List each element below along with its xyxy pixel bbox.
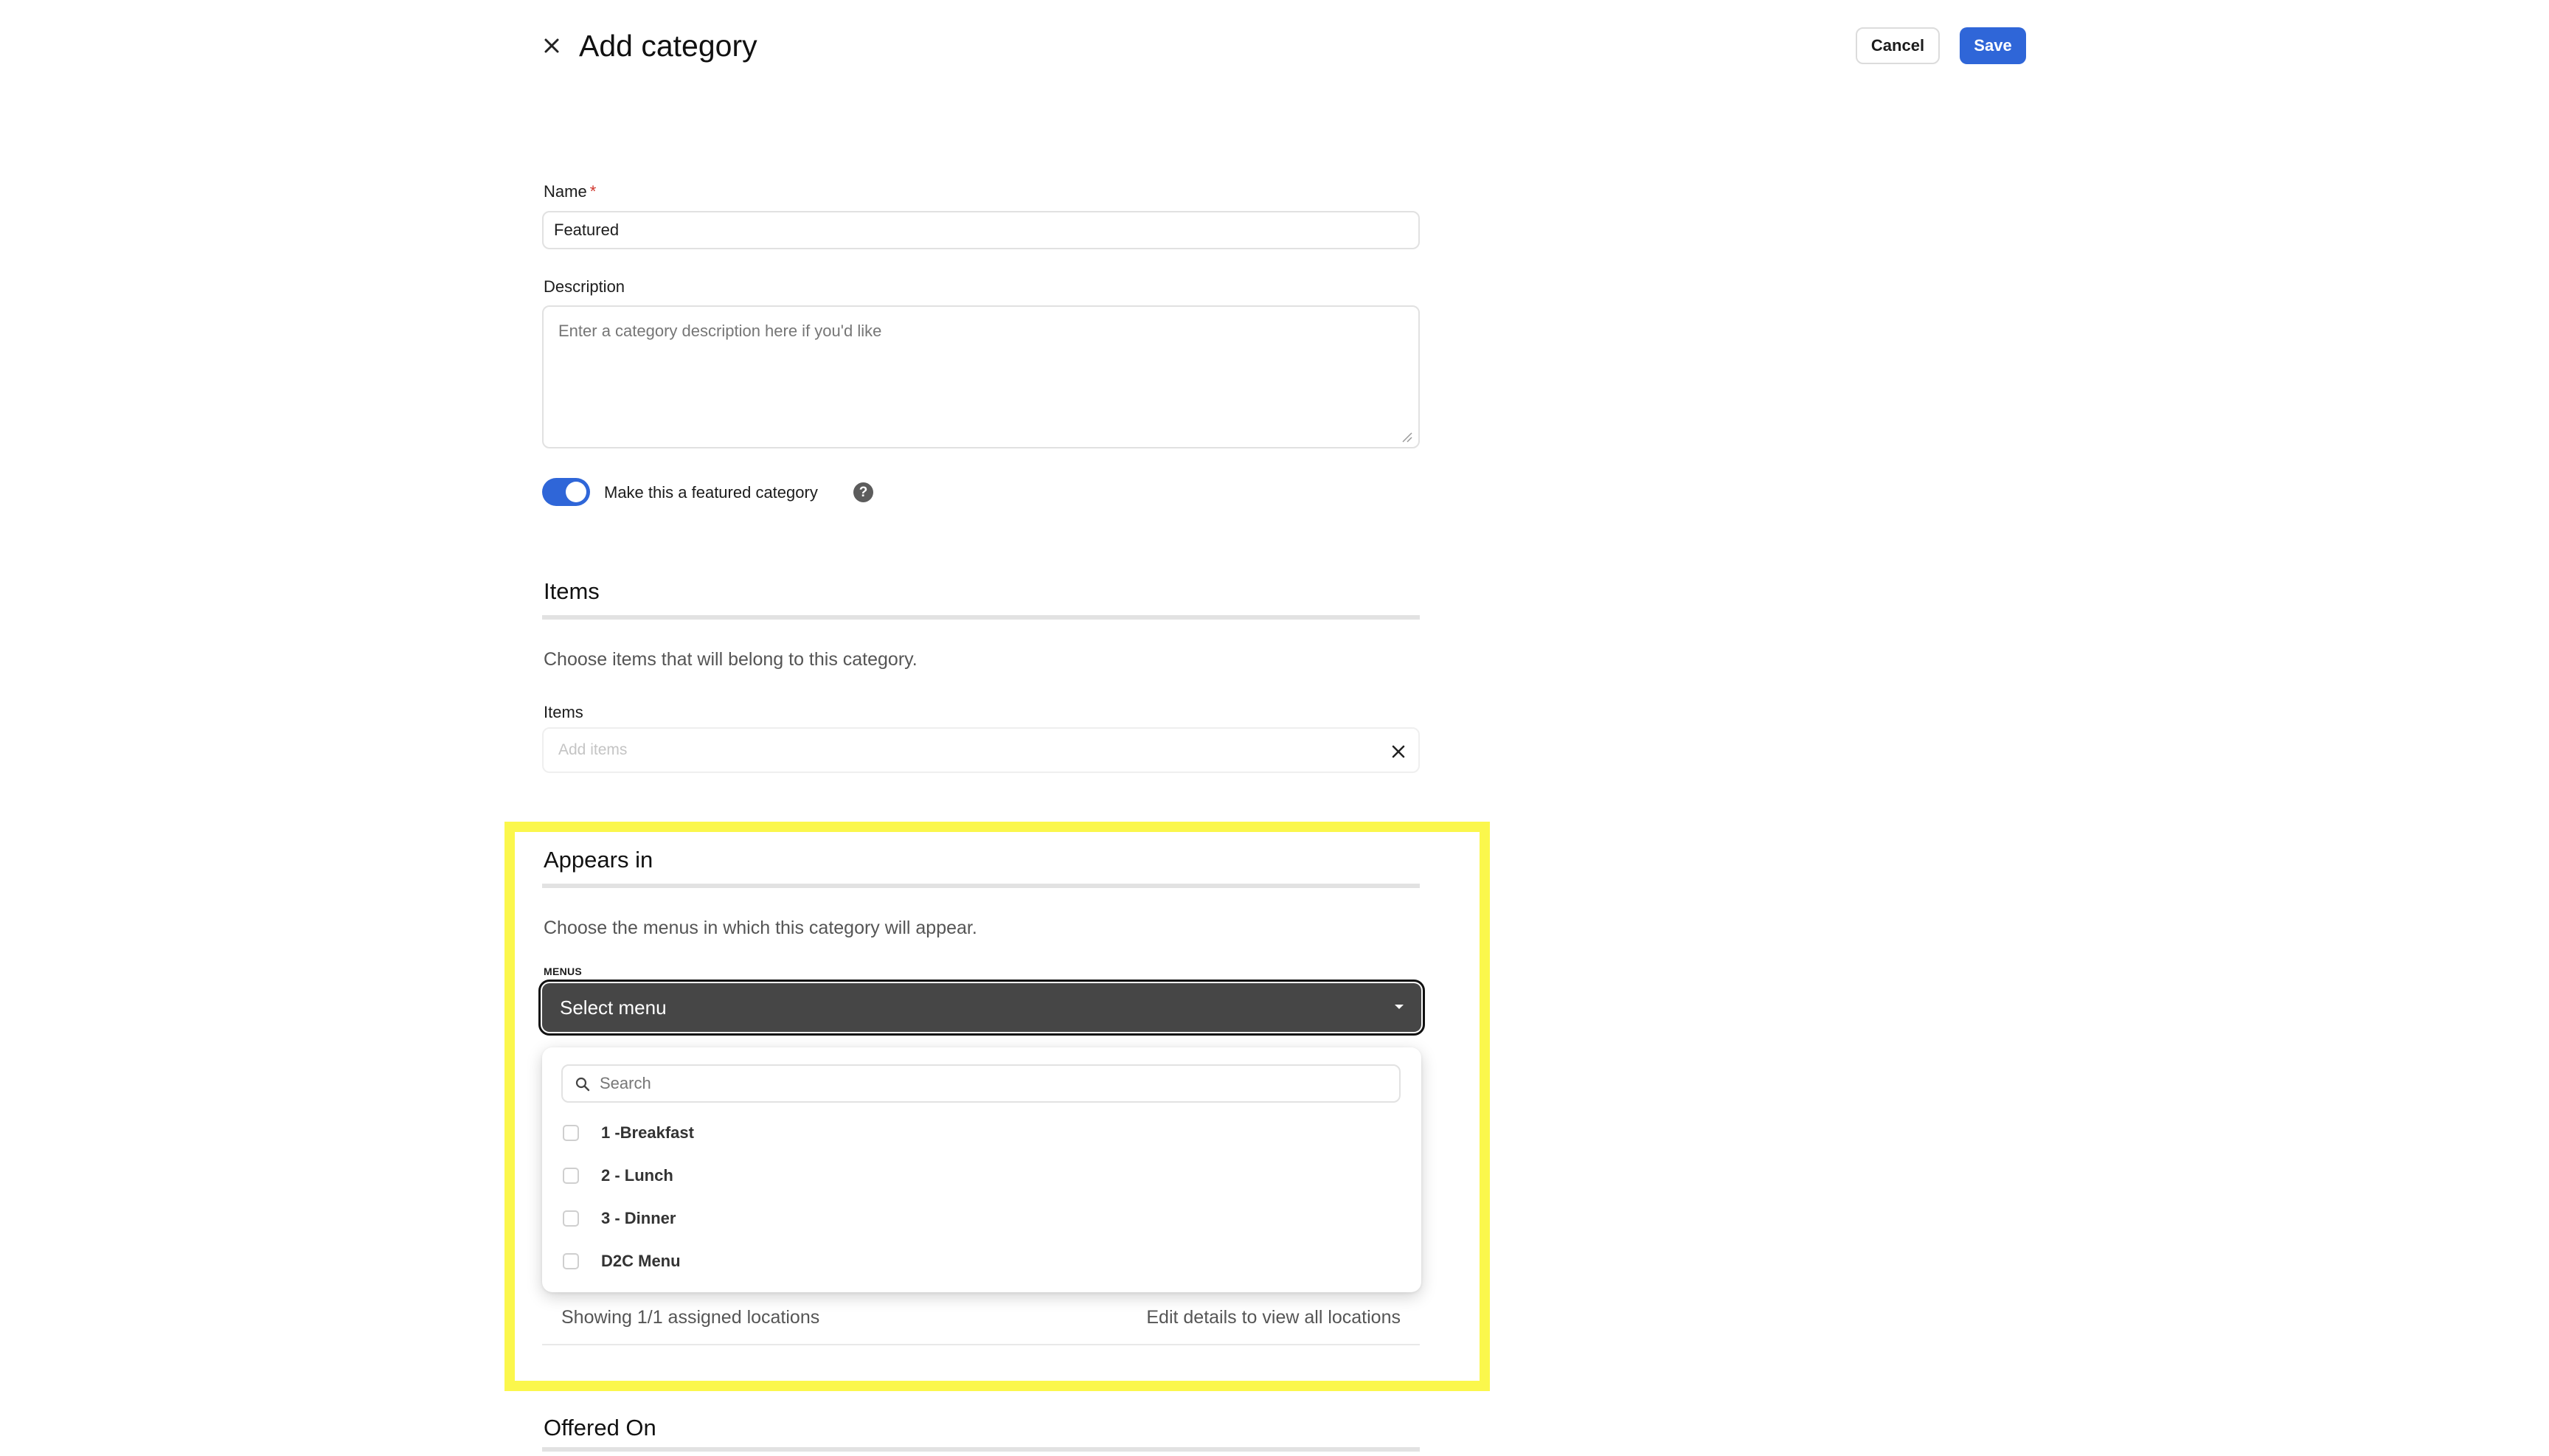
required-mark: * — [589, 182, 597, 201]
toggle-knob — [566, 482, 586, 502]
items-section-title: Items — [544, 578, 600, 604]
appears-in-section-title: Appears in — [544, 847, 653, 873]
menu-option-checkbox[interactable] — [563, 1210, 579, 1227]
offered-on-section-divider — [542, 1447, 1420, 1452]
menus-label: MENUS — [544, 966, 583, 977]
locations-summary-bar: Showing 1/1 assigned locations Edit deta… — [542, 1300, 1420, 1345]
menu-select[interactable]: Select menu — [538, 980, 1425, 1036]
items-input[interactable]: Add items — [542, 727, 1420, 773]
description-placeholder: Enter a category description here if you… — [558, 322, 882, 340]
items-placeholder: Add items — [558, 741, 628, 758]
save-button[interactable]: Save — [1960, 27, 2026, 64]
name-input[interactable]: Featured — [542, 211, 1420, 249]
menu-select-value: Select menu — [560, 996, 667, 1019]
menu-option-label: 3 - Dinner — [601, 1209, 676, 1227]
menu-option-dinner[interactable]: 3 - Dinner — [563, 1204, 676, 1233]
clear-icon[interactable] — [1389, 742, 1408, 761]
items-field-label: Items — [544, 703, 583, 721]
appears-in-section-description: Choose the menus in which this category … — [544, 918, 977, 938]
description-label: Description — [544, 277, 625, 296]
items-section-description: Choose items that will belong to this ca… — [544, 649, 918, 670]
menu-search-input[interactable]: Search — [561, 1064, 1401, 1103]
menu-dropdown: Search 1 -Breakfast 2 - Lunch 3 - Dinner… — [542, 1047, 1421, 1292]
name-label-text: Name — [544, 182, 587, 201]
cancel-button[interactable]: Cancel — [1856, 27, 1940, 64]
search-icon — [575, 1077, 590, 1092]
locations-edit-link[interactable]: Edit details to view all locations — [1146, 1307, 1401, 1328]
menu-search-placeholder: Search — [600, 1074, 651, 1092]
help-icon[interactable]: ? — [853, 482, 873, 502]
featured-toggle-label: Make this a featured category — [604, 483, 818, 502]
caret-down-icon — [1395, 1005, 1404, 1009]
offered-on-section-title: Offered On — [544, 1415, 656, 1441]
locations-summary: Showing 1/1 assigned locations — [561, 1307, 820, 1328]
menu-option-label: D2C Menu — [601, 1252, 681, 1270]
resize-grip-icon[interactable] — [1401, 431, 1412, 443]
name-label: Name * — [544, 182, 596, 201]
featured-toggle[interactable] — [542, 478, 590, 506]
menu-option-label: 2 - Lunch — [601, 1166, 673, 1185]
menu-option-lunch[interactable]: 2 - Lunch — [563, 1161, 673, 1190]
menu-option-checkbox[interactable] — [563, 1125, 579, 1141]
menu-option-checkbox[interactable] — [563, 1253, 579, 1269]
items-section-divider — [542, 615, 1420, 620]
menu-option-label: 1 -Breakfast — [601, 1123, 694, 1142]
appears-in-section-divider — [542, 884, 1420, 888]
menu-option-d2c[interactable]: D2C Menu — [563, 1247, 681, 1276]
menu-option-checkbox[interactable] — [563, 1168, 579, 1184]
close-icon[interactable] — [537, 31, 566, 60]
description-textarea[interactable]: Enter a category description here if you… — [542, 305, 1420, 448]
menu-option-breakfast[interactable]: 1 -Breakfast — [563, 1118, 694, 1148]
page-title: Add category — [579, 29, 757, 63]
